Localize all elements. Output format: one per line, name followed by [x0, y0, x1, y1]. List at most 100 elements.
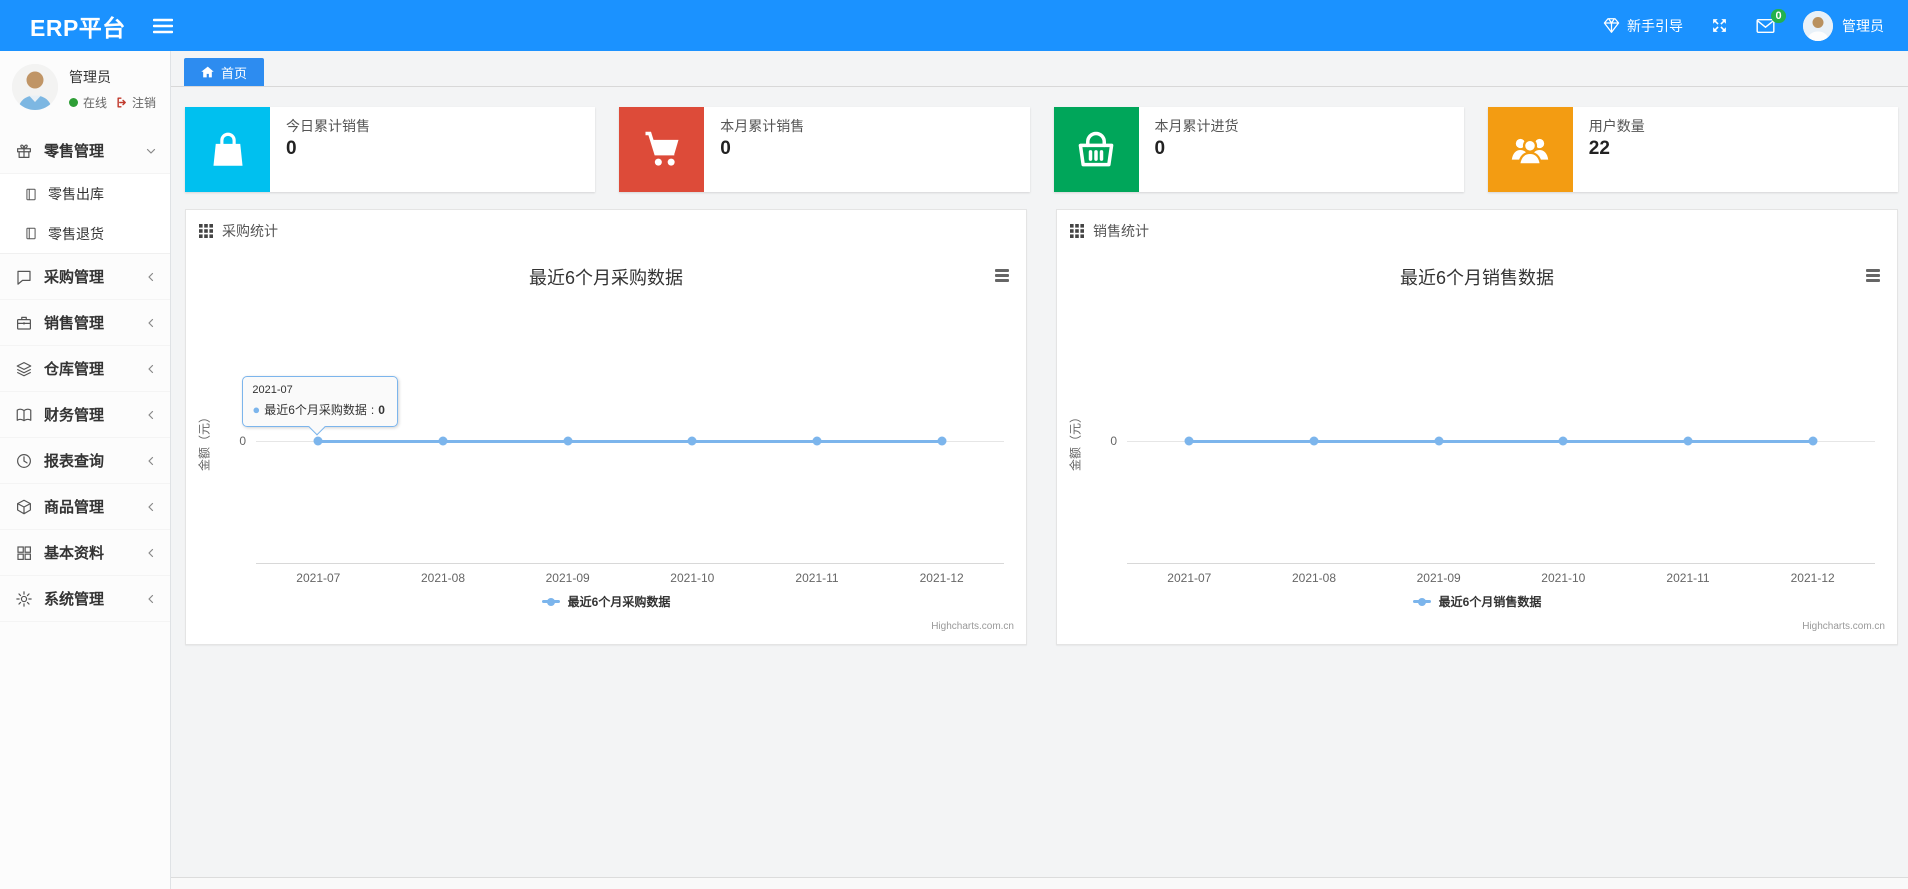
sidebar-toggle-icon[interactable] — [152, 18, 173, 34]
y-axis-title: 金额（元） — [197, 410, 212, 472]
x-axis-label: 2021-12 — [919, 571, 964, 585]
data-point[interactable] — [1434, 436, 1444, 446]
data-point[interactable] — [1309, 436, 1319, 446]
user-name: 管理员 — [69, 69, 111, 85]
messages-button[interactable]: 0 — [1756, 8, 1786, 34]
sidebar-item-label: 采购管理 — [44, 269, 105, 286]
x-axis-label: 2021-08 — [1291, 571, 1337, 585]
sidebar-item-purchase[interactable]: 采购管理 — [0, 254, 170, 300]
guide-label: 新手引导 — [1627, 17, 1683, 34]
sidebar-item-products[interactable]: 商品管理 — [0, 484, 170, 530]
x-axis-label: 2021-07 — [1167, 571, 1212, 585]
stat-cards-row: 今日累计销售 0 本月累计销售 0 本月累计进货 0 用户数量 22 — [185, 107, 1898, 192]
data-point[interactable] — [937, 436, 947, 446]
chevron-left-icon — [145, 271, 157, 283]
series-marker-icon — [1412, 600, 1431, 603]
legend-item[interactable]: 最近6个月销售数据 — [1057, 593, 1897, 610]
sidebar-item-label: 系统管理 — [44, 591, 105, 608]
chevron-left-icon — [145, 363, 157, 375]
sidebar-item-label: 销售管理 — [44, 315, 105, 332]
sidebar-item-sales[interactable]: 销售管理 — [0, 300, 170, 346]
clock-icon — [15, 452, 34, 470]
gear-icon — [15, 590, 34, 608]
series-marker-icon — [541, 600, 560, 603]
comment-icon — [15, 268, 34, 286]
legend-item[interactable]: 最近6个月采购数据 — [186, 593, 1026, 610]
guide-button[interactable]: 新手引导 — [1603, 16, 1683, 36]
sidebar-item-label: 商品管理 — [44, 499, 105, 516]
highcharts-credits-link[interactable]: Highcharts.com.cn — [931, 621, 1014, 632]
data-point[interactable] — [812, 436, 822, 446]
chevron-left-icon — [145, 317, 157, 329]
purchase-chart: 最近6个月采购数据 0 金额（元） 2021-07 ● 最近6个月采购数据: 0 — [186, 252, 1026, 644]
x-axis-label: 2021-11 — [795, 571, 839, 585]
tab-bar: 首页 — [171, 51, 1908, 87]
sidebar-item-retail-outbound[interactable]: 零售出库 — [0, 174, 170, 214]
chevron-left-icon — [145, 409, 157, 421]
data-point[interactable] — [438, 436, 448, 446]
chevron-left-icon — [145, 455, 157, 467]
tooltip-series: 最近6个月采购数据 — [264, 403, 367, 417]
tooltip-value: 0 — [378, 402, 385, 417]
user-menu[interactable]: 管理员 — [1803, 10, 1884, 41]
sidebar-item-reports[interactable]: 报表查询 — [0, 438, 170, 484]
data-point[interactable] — [1683, 436, 1693, 446]
sidebar-item-label: 基本资料 — [44, 545, 105, 562]
chevron-down-icon — [145, 145, 157, 157]
charts-row: 采购统计 最近6个月采购数据 0 金额（元） 2021-07 ● 最近6个月采购… — [185, 209, 1898, 645]
plot-area: 0 金额（元） 2021-07 2021-08 2021-09 2021-10 2021… — [1069, 252, 1875, 585]
sidebar-item-label: 零售退货 — [48, 225, 104, 242]
series-line — [1189, 440, 1813, 443]
tooltip-category: 2021-07 — [252, 384, 293, 396]
data-point[interactable] — [563, 436, 573, 446]
tooltip-colon: : — [370, 402, 375, 417]
data-point[interactable] — [1808, 436, 1818, 446]
stat-card-month-sales: 本月累计销售 0 — [619, 107, 1030, 192]
avatar — [12, 64, 58, 110]
chart-tooltip: 2021-07 ● 最近6个月采购数据: 0 — [242, 376, 399, 427]
sidebar-item-system[interactable]: 系统管理 — [0, 576, 170, 622]
logout-button[interactable]: 注销 — [116, 94, 156, 111]
package-icon — [15, 498, 34, 516]
x-axis-label: 2021-12 — [1790, 571, 1835, 585]
sidebar-item-basic-data[interactable]: 基本资料 — [0, 530, 170, 576]
shopping-bag-icon — [185, 107, 270, 192]
legend-label: 最近6个月销售数据 — [1438, 595, 1542, 609]
top-navbar: ERP平台 新手引导 0 管理员 — [0, 0, 1908, 51]
logout-icon — [116, 96, 129, 109]
data-point[interactable] — [1184, 436, 1194, 446]
main-content: 首页 今日累计销售 0 本月累计销售 0 本月累计进货 0 用户数量 22 采购… — [171, 51, 1908, 889]
sidebar-item-warehouse[interactable]: 仓库管理 — [0, 346, 170, 392]
sidebar-item-retail[interactable]: 零售管理 — [0, 128, 170, 174]
chevron-left-icon — [145, 593, 157, 605]
footer-divider — [171, 877, 1908, 889]
x-axis-label: 2021-10 — [1541, 571, 1586, 585]
logout-label: 注销 — [132, 96, 157, 110]
sidebar-item-retail-return[interactable]: 零售退货 — [0, 214, 170, 254]
stat-label: 用户数量 — [1588, 118, 1645, 134]
data-point[interactable] — [687, 436, 697, 446]
sidebar-item-finance[interactable]: 财务管理 — [0, 392, 170, 438]
panel-title: 销售统计 — [1093, 223, 1149, 239]
tab-home[interactable]: 首页 — [184, 58, 265, 86]
online-status-label: 在线 — [83, 96, 108, 110]
shopping-basket-icon — [1053, 107, 1139, 192]
data-point[interactable] — [1558, 436, 1568, 446]
sidebar-user-panel: 管理员 在线 注销 — [0, 51, 170, 124]
app-brand: ERP平台 — [30, 14, 126, 41]
stat-label: 本月累计进货 — [1154, 118, 1239, 134]
stat-value: 0 — [720, 138, 731, 159]
highcharts-credits-link[interactable]: Highcharts.com.cn — [1802, 621, 1885, 632]
chevron-left-icon — [145, 547, 157, 559]
table-grid-icon — [1070, 224, 1084, 238]
y-axis-tick: 0 — [239, 434, 246, 448]
avatar — [1803, 10, 1833, 41]
fullscreen-button[interactable] — [1711, 17, 1728, 34]
purchase-stats-panel: 采购统计 最近6个月采购数据 0 金额（元） 2021-07 ● 最近6个月采购… — [185, 209, 1027, 645]
online-status-icon — [69, 98, 78, 107]
data-point[interactable] — [313, 436, 323, 446]
grid-icon — [15, 544, 34, 562]
series-line — [318, 440, 942, 443]
stat-card-user-count: 用户数量 22 — [1487, 107, 1898, 192]
stat-card-month-purchase: 本月累计进货 0 — [1053, 107, 1464, 192]
